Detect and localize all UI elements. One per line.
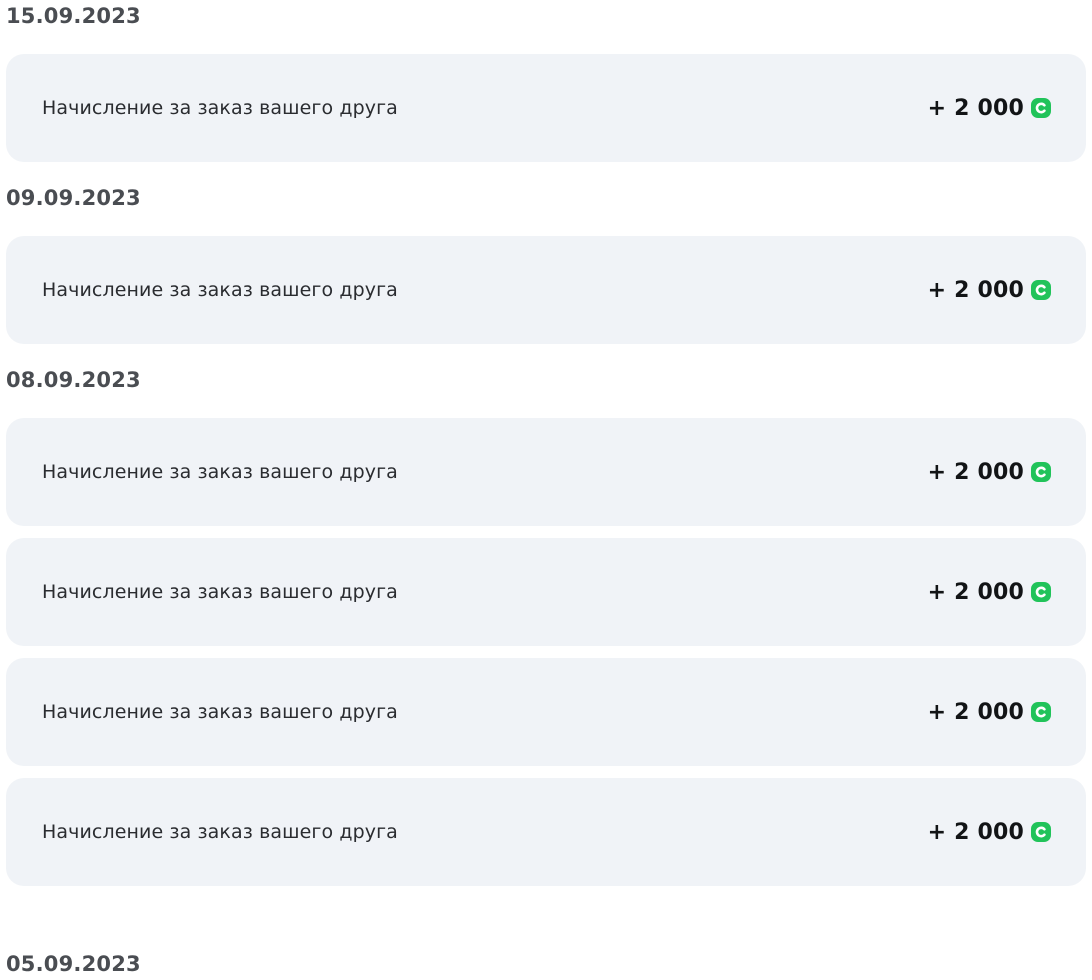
- transaction-row[interactable]: Начисление за заказ вашего друга + 2 000: [6, 54, 1086, 162]
- transaction-label: Начисление за заказ вашего друга: [42, 97, 398, 119]
- transaction-label: Начисление за заказ вашего друга: [42, 581, 398, 603]
- transaction-amount: + 2 000: [928, 700, 1051, 725]
- transaction-label: Начисление за заказ вашего друга: [42, 821, 398, 843]
- green-coin-icon: [1031, 462, 1051, 482]
- green-coin-icon: [1031, 822, 1051, 842]
- group-rows: Начисление за заказ вашего друга + 2 000: [6, 236, 1086, 344]
- group-date: 09.09.2023: [6, 186, 141, 210]
- amount-value: + 2 000: [927, 579, 1024, 605]
- green-coin-icon: [1031, 280, 1051, 300]
- amount-value: + 2 000: [927, 95, 1024, 121]
- group-date: 05.09.2023: [6, 952, 141, 976]
- green-coin-icon: [1031, 582, 1051, 602]
- transaction-label: Начисление за заказ вашего друга: [42, 279, 398, 301]
- group-date: 15.09.2023: [6, 4, 141, 28]
- transaction-row[interactable]: Начисление за заказ вашего друга + 2 000: [6, 658, 1086, 766]
- transaction-label: Начисление за заказ вашего друга: [42, 701, 398, 723]
- amount-value: + 2 000: [927, 459, 1024, 485]
- date-group: 08.09.2023 Начисление за заказ вашего др…: [6, 364, 1086, 886]
- transaction-row[interactable]: Начисление за заказ вашего друга + 2 000: [6, 778, 1086, 886]
- transaction-amount: + 2 000: [928, 820, 1051, 845]
- transaction-row[interactable]: Начисление за заказ вашего друга + 2 000: [6, 538, 1086, 646]
- green-coin-icon: [1031, 702, 1051, 722]
- transaction-amount: + 2 000: [928, 580, 1051, 605]
- date-group: 15.09.2023 Начисление за заказ вашего др…: [6, 0, 1086, 162]
- transaction-amount: + 2 000: [928, 278, 1051, 303]
- transaction-row[interactable]: Начисление за заказ вашего друга + 2 000: [6, 418, 1086, 526]
- transaction-amount: + 2 000: [928, 460, 1051, 485]
- amount-value: + 2 000: [927, 277, 1024, 303]
- group-rows: Начисление за заказ вашего друга + 2 000…: [6, 418, 1086, 886]
- date-group: 09.09.2023 Начисление за заказ вашего др…: [6, 182, 1086, 344]
- group-date: 08.09.2023: [6, 368, 141, 392]
- transaction-row[interactable]: Начисление за заказ вашего друга + 2 000: [6, 236, 1086, 344]
- amount-value: + 2 000: [927, 699, 1024, 725]
- amount-value: + 2 000: [927, 819, 1024, 845]
- transaction-amount: + 2 000: [928, 96, 1051, 121]
- transaction-label: Начисление за заказ вашего друга: [42, 461, 398, 483]
- green-coin-icon: [1031, 98, 1051, 118]
- transactions-list: 15.09.2023 Начисление за заказ вашего др…: [6, 0, 1086, 886]
- group-rows: Начисление за заказ вашего друга + 2 000: [6, 54, 1086, 162]
